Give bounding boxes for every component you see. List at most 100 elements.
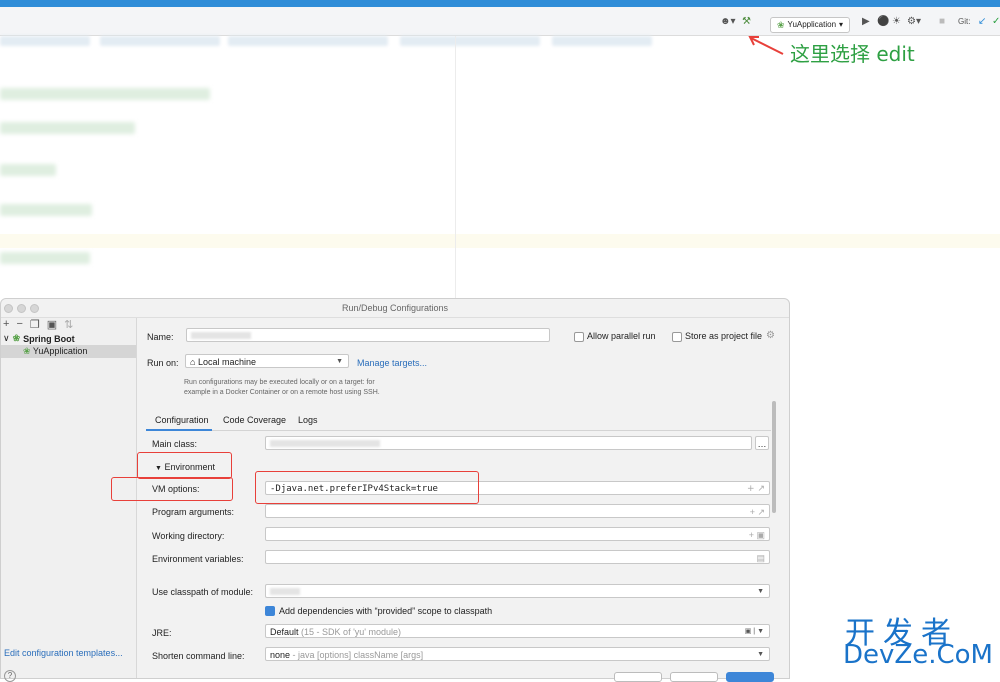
- spring-leaf-icon: ❀: [777, 20, 785, 30]
- classpath-label: Use classpath of module:: [152, 587, 254, 597]
- spring-leaf-icon: ❀: [12, 333, 21, 343]
- add-deps-label: Add dependencies with “provided” scope t…: [279, 606, 493, 616]
- highlight-box: [137, 452, 232, 479]
- highlight-box: [255, 471, 479, 504]
- name-label: Name:: [147, 332, 174, 342]
- add-deps-checkbox[interactable]: [265, 606, 275, 616]
- working-dir-label: Working directory:: [152, 531, 225, 541]
- annotation-text: 这里选择 edit: [790, 42, 915, 66]
- name-input[interactable]: [186, 328, 550, 342]
- store-project-checkbox[interactable]: [672, 332, 682, 342]
- window-title-bar: [0, 0, 1000, 7]
- ok-button[interactable]: [726, 672, 774, 682]
- highlight-box: [111, 477, 233, 501]
- run-icon[interactable]: ▶: [862, 15, 870, 29]
- env-vars-label: Environment variables:: [152, 554, 244, 564]
- run-on-help: Run configurations may be executed local…: [184, 378, 380, 398]
- git-update-icon[interactable]: ↙: [978, 15, 986, 29]
- run-config-label: YuApplication: [787, 20, 837, 29]
- chevron-down-icon: ▣ | ▼: [744, 628, 764, 635]
- git-label: Git:: [958, 17, 971, 26]
- blurred-code-line: [0, 204, 92, 216]
- blurred-code-line: [552, 36, 652, 46]
- folder-icon[interactable]: + ▣: [749, 528, 765, 542]
- run-on-label: Run on:: [147, 358, 179, 368]
- edit-templates-link[interactable]: Edit configuration templates...: [4, 648, 123, 658]
- current-line-highlight: [0, 234, 1000, 248]
- run-on-select[interactable]: ⌂ Local machine ▼: [185, 354, 349, 368]
- classpath-select[interactable]: ▼: [265, 584, 770, 598]
- hammer-icon[interactable]: ⚒: [742, 15, 751, 29]
- run-on-help-line: example in a Docker Container or on a re…: [184, 389, 380, 396]
- shorten-select[interactable]: none - java [options] className [args] ▼: [265, 647, 770, 661]
- apply-button[interactable]: [670, 672, 718, 682]
- debug-icon[interactable]: ⚫: [877, 15, 889, 29]
- chevron-down-icon: ▾: [839, 20, 844, 29]
- main-toolbar: ☻▾ ⚒ ❀ YuApplication ▾ ▶ ⚫ ☀ ⚙▾ ■ Git: ↙…: [0, 7, 1000, 36]
- blurred-code-line: [0, 164, 56, 176]
- blurred-code-line: [0, 36, 90, 46]
- chevron-down-icon: ▼: [757, 651, 764, 658]
- tab-divider: [146, 430, 771, 431]
- watermark-line2: DevZe.CoM: [843, 640, 993, 670]
- run-debug-dialog: Run/Debug Configurations + − ❐ ▣ ⇅ ∨ ❀ S…: [0, 298, 790, 682]
- gear-icon[interactable]: ⚙: [766, 330, 775, 341]
- chevron-down-icon: ∨: [3, 333, 10, 343]
- tree-item-yuapplication[interactable]: ❀ YuApplication: [1, 345, 136, 358]
- run-on-help-line: Run configurations may be executed local…: [184, 379, 375, 386]
- blurred-code-line: [0, 122, 135, 134]
- remove-icon[interactable]: −: [16, 318, 22, 332]
- allow-parallel-checkbox[interactable]: [574, 332, 584, 342]
- home-icon: ⌂: [190, 357, 196, 367]
- tree-group-label: Spring Boot: [23, 333, 75, 344]
- env-vars-input[interactable]: ▤: [265, 550, 770, 564]
- document-icon[interactable]: ▤: [756, 551, 765, 565]
- tree-group-spring-boot[interactable]: ∨ ❀ Spring Boot: [3, 333, 75, 344]
- blurred-code-line: [0, 252, 90, 264]
- chevron-down-icon: ▼: [336, 358, 343, 365]
- profile-icon[interactable]: ⚙▾: [907, 15, 921, 29]
- jre-value: Default: [270, 627, 299, 637]
- git-commit-icon[interactable]: ✓: [992, 15, 1000, 29]
- store-project-label: Store as project file: [685, 331, 763, 341]
- blurred-code-line: [400, 36, 540, 46]
- allow-parallel-label: Allow parallel run: [587, 331, 656, 341]
- shorten-label: Shorten command line:: [152, 651, 245, 661]
- blurred-code-line: [0, 88, 210, 100]
- run-config-selector[interactable]: ❀ YuApplication ▾: [770, 17, 851, 33]
- dialog-title: Run/Debug Configurations: [1, 299, 789, 318]
- help-icon[interactable]: ?: [4, 670, 16, 682]
- program-args-input[interactable]: + ↗: [265, 504, 770, 518]
- folder-icon[interactable]: ▣: [47, 318, 57, 332]
- cancel-button[interactable]: [614, 672, 662, 682]
- tab-code-coverage[interactable]: Code Coverage: [223, 415, 286, 425]
- add-icon[interactable]: +: [3, 318, 9, 332]
- user-icon[interactable]: ☻▾: [720, 15, 736, 29]
- expand-icon[interactable]: + ↗: [747, 482, 765, 496]
- tab-logs[interactable]: Logs: [298, 415, 318, 425]
- main-class-input[interactable]: [265, 436, 752, 450]
- shorten-hint: - java [options] className [args]: [292, 650, 424, 660]
- stop-icon[interactable]: ■: [939, 15, 945, 29]
- working-dir-input[interactable]: + ▣: [265, 527, 770, 541]
- tab-configuration[interactable]: Configuration: [155, 415, 209, 425]
- blurred-code-line: [228, 36, 388, 46]
- main-class-label: Main class:: [152, 439, 198, 449]
- jre-select[interactable]: Default (15 - SDK of 'yu' module) ▣ | ▼: [265, 624, 770, 638]
- program-args-label: Program arguments:: [152, 507, 235, 517]
- coverage-icon[interactable]: ☀: [892, 15, 901, 29]
- jre-hint: (15 - SDK of 'yu' module): [301, 627, 402, 637]
- tree-item-label: YuApplication: [32, 346, 88, 356]
- expand-icon[interactable]: + ↗: [750, 505, 765, 519]
- blurred-code-line: [100, 36, 220, 46]
- run-on-value: Local machine: [197, 357, 256, 367]
- copy-icon[interactable]: ❐: [30, 318, 40, 332]
- chevron-down-icon: ▼: [757, 588, 764, 595]
- manage-targets-link[interactable]: Manage targets...: [357, 358, 427, 368]
- annotation-arrow-icon: [748, 36, 784, 55]
- browse-button[interactable]: …: [755, 436, 769, 450]
- jre-label: JRE:: [152, 628, 172, 638]
- dialog-scrollbar[interactable]: [772, 401, 776, 513]
- sort-icon[interactable]: ⇅: [64, 318, 73, 332]
- spring-leaf-icon: ❀: [23, 346, 31, 356]
